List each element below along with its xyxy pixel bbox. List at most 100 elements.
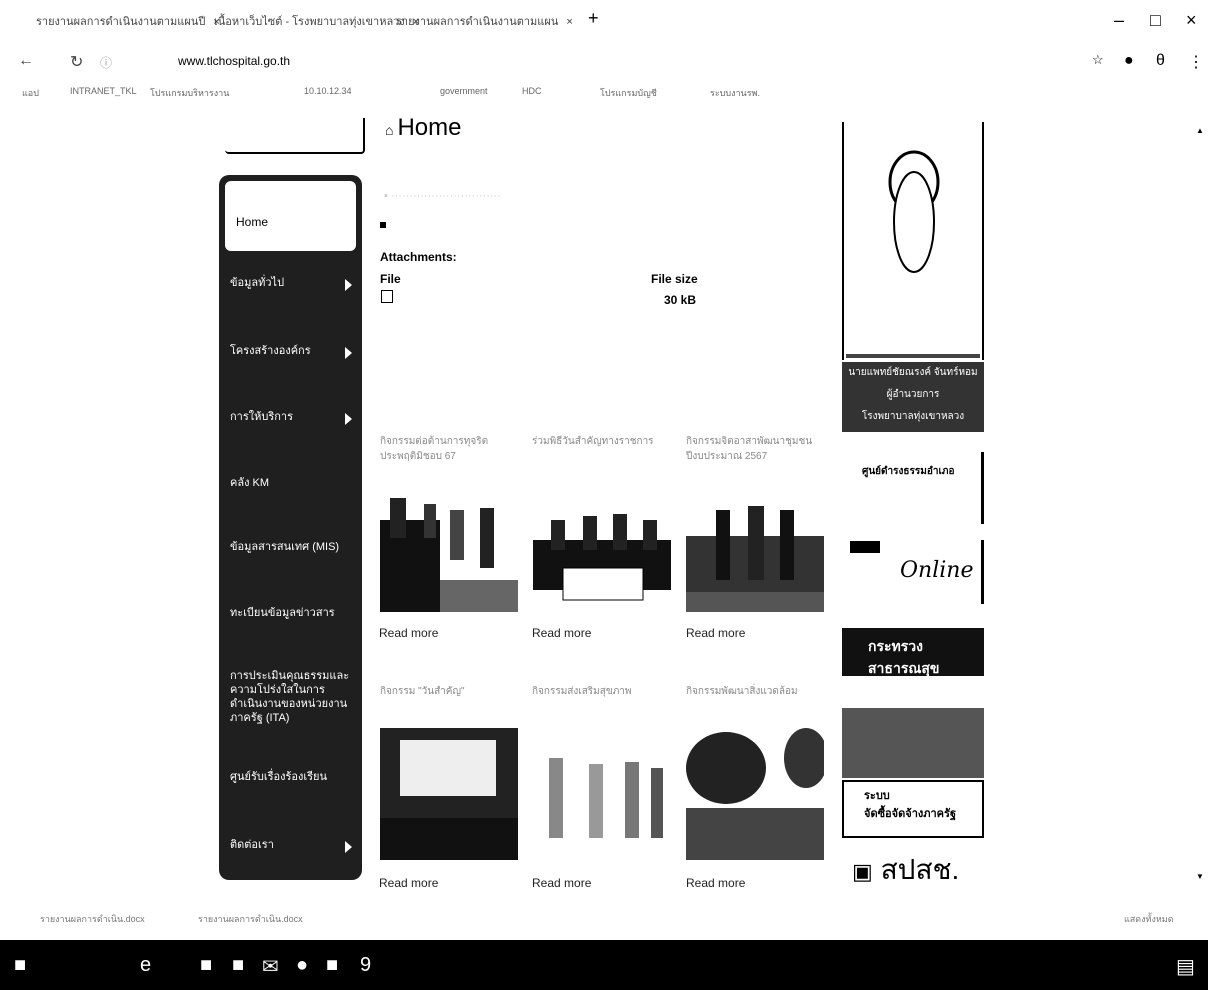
nav-item-org-structure[interactable]: โครงสร้างองค์กร [219, 341, 362, 359]
close-icon[interactable]: × [566, 16, 572, 28]
director-photo [842, 122, 984, 360]
new-tab-button[interactable]: + [588, 8, 599, 29]
hospital-photo-banner[interactable] [842, 708, 984, 778]
card-photo[interactable] [380, 728, 518, 860]
logo-icon [850, 541, 880, 553]
filesize-column-header: File size [651, 272, 698, 286]
bookmark[interactable]: แอป [22, 86, 39, 100]
card-photo[interactable] [686, 728, 824, 860]
browser-tab[interactable]: เนื้อหาเว็บไซต์ - โรงพยาบาลทุ่งเขาหลวง × [214, 12, 419, 30]
filesize-value: 30 kB [664, 293, 697, 307]
chevron-right-icon [345, 279, 352, 291]
card-photo[interactable] [380, 480, 518, 612]
procurement-label-2: จัดซื้อจัดจ้างภาครัฐ [864, 808, 957, 820]
chevron-right-icon [345, 413, 352, 425]
card-photo[interactable] [533, 728, 671, 860]
chevron-right-icon [345, 347, 352, 359]
browser-tab[interactable]: รายงานผลการดำเนินงานตามแผน × [396, 12, 573, 30]
reload-icon[interactable]: ↻ [70, 52, 83, 72]
nav-item-home[interactable]: Home [225, 181, 356, 251]
moph-banner[interactable]: กระทรวงสาธารณสุข Ministry Of Public Heal… [842, 628, 984, 689]
document-icon[interactable] [381, 290, 393, 303]
close-window-button[interactable]: × [1186, 10, 1197, 31]
menu-icon[interactable]: ⋮ [1188, 52, 1204, 72]
nav-item-mis[interactable]: ข้อมูลสารสนเทศ (MIS) [219, 537, 362, 555]
procurement-label: ระบบ [864, 790, 890, 802]
scroll-down-icon[interactable]: ▼ [1196, 872, 1204, 881]
bookmark[interactable]: โปรแกรมบริหารงาน [150, 86, 229, 100]
bookmark[interactable]: government [440, 86, 488, 96]
downloads-bar: รายงานผลการดำเนิน.docx รายงานผลการดำเนิน… [0, 898, 1208, 938]
bookmark[interactable]: โปรแกรมบัญชี [600, 86, 657, 100]
maximize-button[interactable]: □ [1150, 10, 1161, 31]
read-more-link[interactable]: Read more [686, 876, 745, 890]
nhso-banner[interactable]: ▣ สปสช. [842, 848, 984, 888]
card-photo[interactable] [686, 480, 824, 612]
address-bar: ← ↻ ⓘ www.tlchospital.go.th ☆ ● θ ⋮ [0, 44, 1208, 78]
nav-item-ita[interactable]: การประเมินคุณธรรมและความโปร่งใสในการดำเน… [219, 669, 355, 725]
file-explorer-icon[interactable]: ■ [200, 954, 212, 977]
online-word: Online [900, 558, 974, 583]
url-field[interactable]: www.tlchospital.go.th [178, 54, 290, 68]
director-caption: นายแพทย์ชัยณรงค์ จันทร์หอม ผู้อำนวยการ โ… [842, 362, 984, 432]
taskbar: ■ e ■ ■ ✉ ● ■ 9 ▤ [0, 940, 1208, 990]
search-box[interactable] [225, 118, 365, 154]
card-title[interactable]: กิจกรรมพัฒนาสิ่งแวดล้อม [686, 684, 826, 699]
download-item[interactable]: รายงานผลการดำเนิน.docx [198, 912, 303, 926]
moph-english: Ministry Of Public Health [880, 680, 968, 689]
chevron-right-icon [345, 841, 352, 853]
maps-icon[interactable]: ● [296, 954, 308, 977]
show-all-downloads[interactable]: แสดงทั้งหมด [1124, 912, 1174, 926]
nav-item-general-info[interactable]: ข้อมูลทั่วไป [219, 273, 362, 291]
card-title[interactable]: ร่วมพิธีวันสำคัญทางราชการ [532, 434, 672, 449]
minimize-button[interactable]: – [1114, 10, 1124, 31]
read-more-link[interactable]: Read more [532, 876, 591, 890]
read-more-link[interactable]: Read more [532, 626, 591, 640]
nav-item-contact[interactable]: ติดต่อเรา [219, 835, 362, 853]
bookmark[interactable]: 10.10.12.34 [304, 86, 352, 96]
nav-item-registry[interactable]: ทะเบียนข้อมูลข่าวสาร [219, 603, 362, 621]
store-icon[interactable]: ■ [232, 954, 244, 977]
card-title[interactable]: กิจกรรมจิตอาสาพัฒนาชุมชน ปีงบประมาณ 2567 [686, 434, 826, 464]
edge-icon[interactable]: e [140, 954, 151, 977]
app-icon[interactable]: ■ [326, 954, 338, 977]
director-hospital: โรงพยาบาลทุ่งเขาหลวง [861, 411, 965, 422]
online-service-label: ศูนย์ดำรงธรรมอำเภอ [862, 466, 955, 477]
online-service-banner[interactable]: ศูนย์ดำรงธรรมอำเภอ [842, 452, 984, 524]
bookmark[interactable]: HDC [522, 86, 542, 96]
article-intro: ▪ ······························ [384, 190, 501, 202]
scroll-up-icon[interactable]: ▲ [1196, 126, 1204, 135]
home-icon: ⌂ [385, 122, 394, 138]
tab-bar: รายงานผลการดำเนินงานตามแผนปี × เนื้อหาเว็… [0, 0, 1208, 44]
file-column-header: File [380, 272, 401, 286]
page-title: ⌂ Home [385, 114, 462, 141]
browser-tab[interactable]: รายงานผลการดำเนินงานตามแผนปี × [36, 12, 220, 30]
nav-item-complaints[interactable]: ศูนย์รับเรื่องร้องเรียน [219, 767, 362, 785]
profile-icon[interactable]: θ [1156, 52, 1165, 70]
nav-item-km[interactable]: คลัง KM [219, 473, 362, 491]
moph-label: กระทรวงสาธารณสุข [868, 638, 940, 676]
download-item[interactable]: รายงานผลการดำเนิน.docx [40, 912, 145, 926]
nav-item-services[interactable]: การให้บริการ [219, 407, 362, 425]
info-icon[interactable]: ⓘ [100, 54, 112, 71]
nhso-label: สปสช. [880, 854, 960, 885]
read-more-link[interactable]: Read more [379, 626, 438, 640]
back-icon[interactable]: ← [18, 52, 34, 70]
online-banner[interactable]: Online [842, 540, 984, 604]
bookmark[interactable]: INTRANET_TKL [70, 86, 137, 96]
extension-icon[interactable]: ● [1124, 52, 1134, 70]
windows-start-icon[interactable]: ■ [14, 954, 26, 977]
procurement-banner[interactable]: ระบบ จัดซื้อจัดจ้างภาครัฐ [842, 780, 984, 838]
app-icon-9[interactable]: 9 [360, 954, 371, 977]
mail-icon[interactable]: ✉ [262, 954, 279, 979]
bookmark[interactable]: ระบบงานรพ. [710, 86, 760, 100]
card-title[interactable]: กิจกรรมส่งเสริมสุขภาพ [532, 684, 672, 699]
notification-icon[interactable]: ▤ [1176, 954, 1195, 979]
attachments-heading: Attachments: [380, 250, 457, 264]
card-title[interactable]: กิจกรรมต่อต้านการทุจริตประพฤติมิชอบ 67 [380, 434, 520, 464]
read-more-link[interactable]: Read more [686, 626, 745, 640]
read-more-link[interactable]: Read more [379, 876, 438, 890]
card-photo[interactable] [533, 480, 671, 612]
card-title[interactable]: กิจกรรม "วันสำคัญ" [380, 684, 520, 699]
star-icon[interactable]: ☆ [1092, 52, 1104, 68]
